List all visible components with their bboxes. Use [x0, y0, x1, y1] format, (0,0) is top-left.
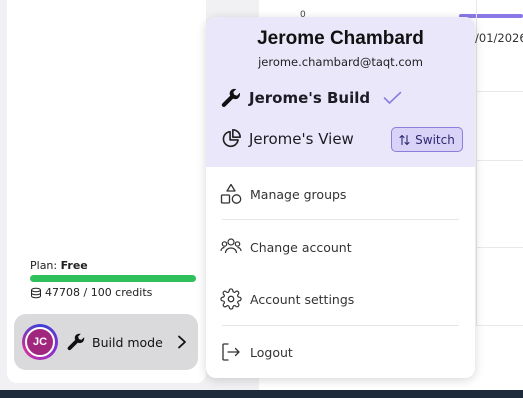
menu-divider: [222, 325, 459, 326]
workspace-view[interactable]: Jerome's View Switch: [220, 126, 465, 152]
mode-label: Build mode: [92, 334, 163, 350]
account-settings-label: Account settings: [250, 291, 355, 307]
coins-icon: [31, 287, 41, 298]
logout-label: Logout: [250, 344, 293, 360]
grid-line: [476, 247, 523, 248]
workspace-view-label: Jerome's View: [249, 130, 354, 148]
switch-label: Switch: [415, 132, 455, 147]
credits-text: 47708 / 100 credits: [45, 286, 153, 299]
plan-label: Plan:: [30, 259, 58, 272]
workspace-build-label: Jerome's Build: [249, 89, 371, 107]
check-icon: [383, 91, 402, 104]
logout-icon: [222, 343, 240, 361]
account-settings-item[interactable]: Account settings: [220, 285, 459, 313]
taskbar: [0, 390, 523, 398]
user-menu: Jerome Chambard jerome.chambard@taqt.com…: [206, 17, 475, 378]
manage-groups-label: Manage groups: [250, 186, 347, 202]
avatar-initials: JC: [25, 327, 55, 357]
wrench-icon: [67, 333, 85, 351]
grid-line: [476, 160, 523, 161]
shapes-icon: [220, 183, 242, 204]
manage-groups-item[interactable]: Manage groups: [220, 180, 459, 208]
gear-icon: [220, 288, 242, 310]
users-icon: [220, 238, 242, 254]
workspace-build[interactable]: Jerome's Build: [220, 85, 465, 111]
user-menu-header: Jerome Chambard jerome.chambard@taqt.com…: [206, 17, 475, 167]
build-mode-button[interactable]: JC Build mode: [14, 314, 198, 370]
user-email: jerome.chambard@taqt.com: [258, 55, 423, 69]
pie-chart-icon: [222, 129, 241, 148]
avatar: JC: [22, 324, 58, 360]
plan-value: Free: [60, 259, 88, 272]
swap-vertical-icon: [399, 134, 410, 145]
credit-progress-bar: [30, 275, 196, 282]
change-account-item[interactable]: Change account: [220, 233, 459, 261]
chevron-right-icon: [177, 335, 186, 349]
user-name: Jerome Chambard: [257, 28, 424, 49]
plan-info: Plan: Free: [30, 259, 88, 272]
change-account-label: Change account: [250, 239, 352, 255]
logout-item[interactable]: Logout: [220, 338, 459, 366]
menu-divider: [222, 219, 459, 220]
grid-line: [476, 0, 477, 325]
date-cell: /01/2026: [475, 31, 523, 45]
grid-line: [476, 91, 523, 92]
credits-info: 47708 / 100 credits: [30, 286, 152, 299]
switch-button[interactable]: Switch: [391, 127, 463, 152]
grid-line: [476, 325, 523, 326]
wrench-icon: [221, 88, 241, 108]
